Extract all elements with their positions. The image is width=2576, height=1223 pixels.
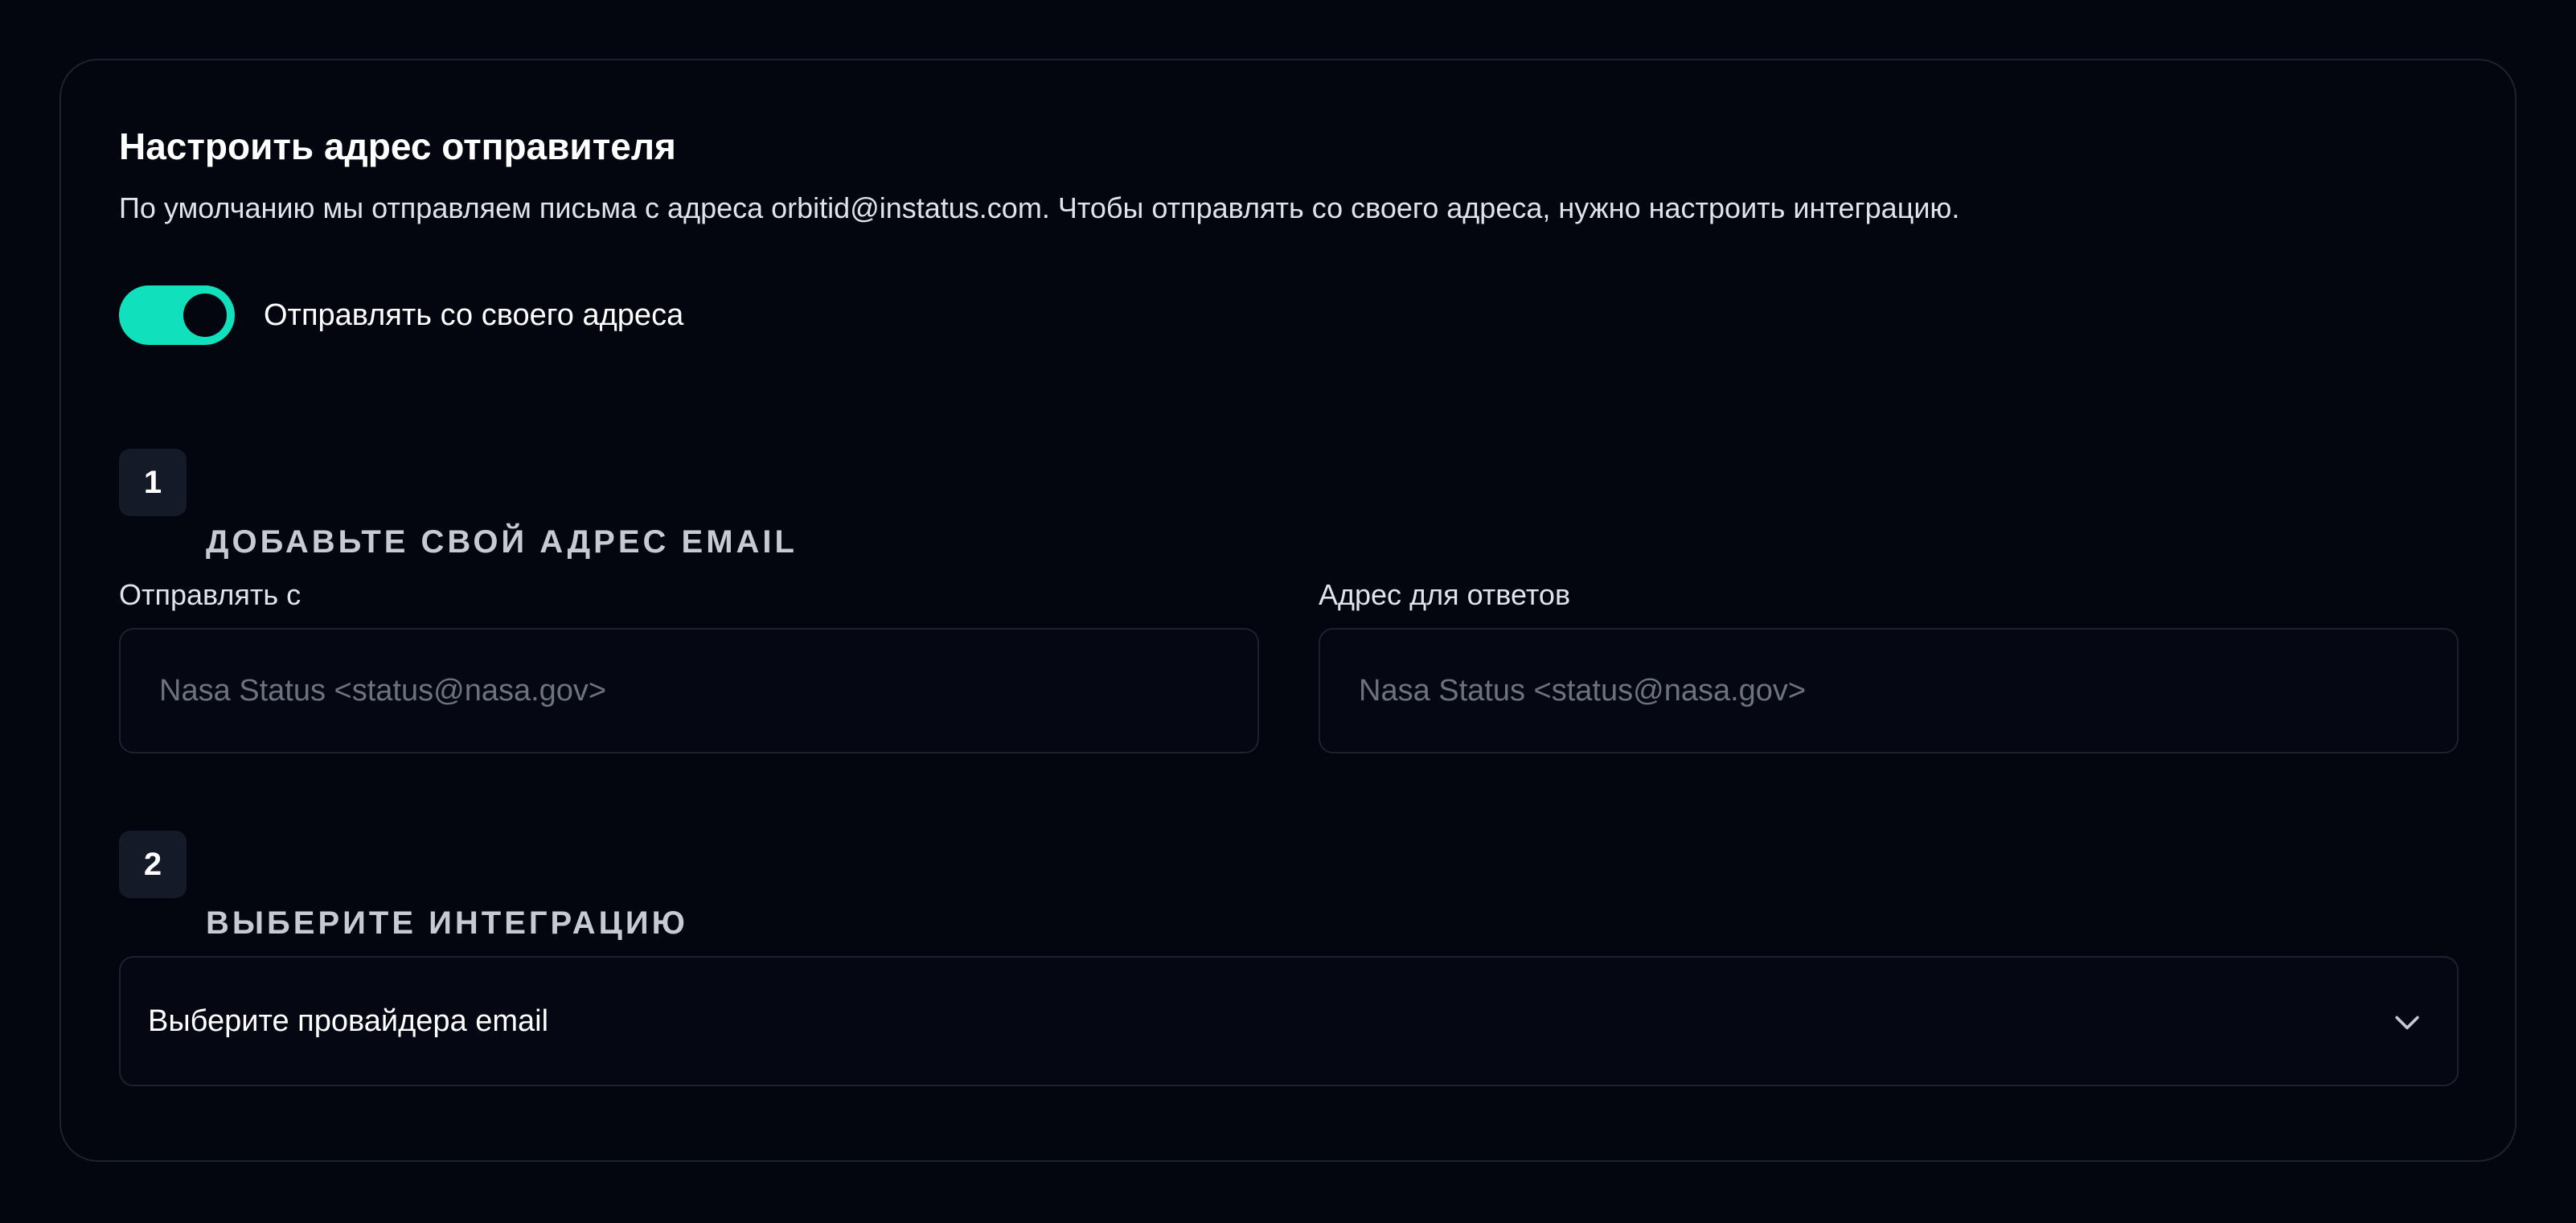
custom-sender-toggle-label: Отправлять со своего адреса bbox=[264, 298, 684, 332]
step-1-title: ДОБАВЬТЕ СВОЙ АДРЕС EMAIL bbox=[206, 524, 798, 560]
from-field-label: Отправлять с bbox=[119, 578, 301, 611]
custom-sender-toggle[interactable] bbox=[119, 285, 235, 345]
step-2-badge: 2 bbox=[119, 831, 187, 898]
reply-to-field-label: Адрес для ответов bbox=[1319, 578, 1571, 611]
step-2-title: ВЫБЕРИТЕ ИНТЕГРАЦИЮ bbox=[206, 905, 688, 941]
step-1-badge: 1 bbox=[119, 449, 187, 516]
chevron-down-icon bbox=[2395, 1016, 2419, 1030]
section-title: Настроить адрес отправителя bbox=[119, 125, 676, 167]
section-description: По умолчанию мы отправляем письма с адре… bbox=[119, 191, 1960, 224]
from-address-input[interactable] bbox=[119, 628, 1259, 753]
email-provider-select[interactable]: Выберите провайдера email bbox=[119, 956, 2459, 1086]
sender-settings-card: Настроить адрес отправителя По умолчанию… bbox=[59, 59, 2517, 1162]
reply-to-address-input[interactable] bbox=[1319, 628, 2459, 753]
toggle-knob bbox=[183, 293, 227, 337]
email-provider-select-value: Выберите провайдера email bbox=[148, 1004, 549, 1038]
